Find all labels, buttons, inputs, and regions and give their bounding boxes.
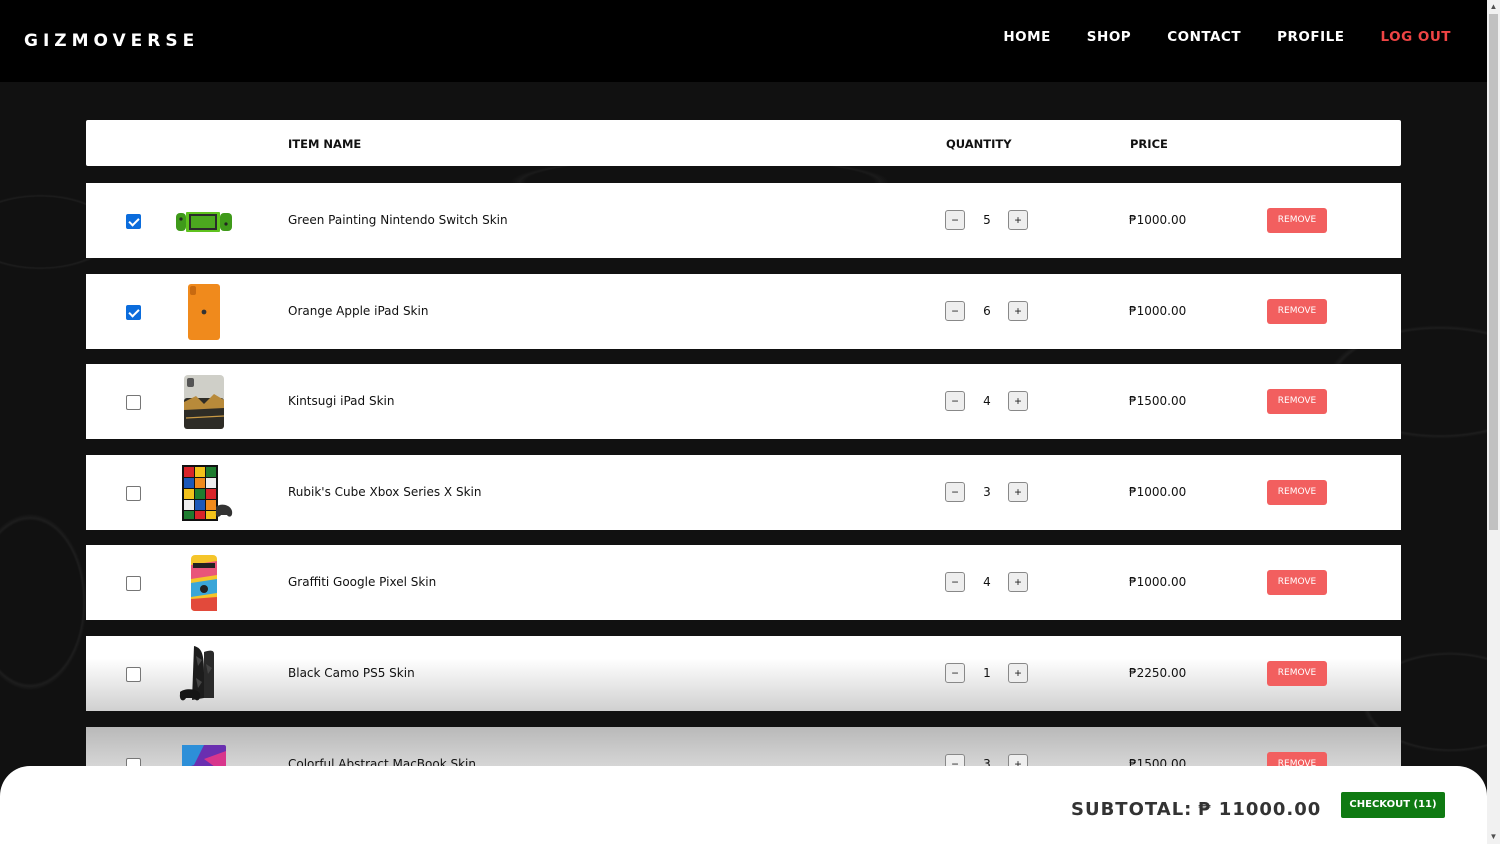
increase-quantity-button[interactable]: + bbox=[1008, 210, 1028, 230]
scrollbar-thumb[interactable] bbox=[1489, 14, 1498, 530]
quantity-value: 3 bbox=[983, 485, 991, 499]
scroll-down-arrow-icon[interactable]: ▼ bbox=[1487, 830, 1500, 844]
decrease-quantity-button[interactable]: − bbox=[945, 301, 965, 321]
item-name[interactable]: Graffiti Google Pixel Skin bbox=[288, 575, 436, 589]
main-nav: HOME SHOP CONTACT PROFILE LOG OUT bbox=[967, 29, 1451, 45]
decrease-quantity-button[interactable]: − bbox=[945, 210, 965, 230]
remove-item-button[interactable]: REMOVE bbox=[1267, 480, 1327, 505]
quantity-value: 4 bbox=[983, 394, 991, 408]
select-item-checkbox[interactable] bbox=[126, 486, 141, 501]
ps5-black-camo-icon bbox=[179, 646, 214, 701]
pixel-graffiti-icon bbox=[191, 555, 217, 611]
cart-row: Graffiti Google Pixel Skin − 4 + ₱1000.0… bbox=[86, 545, 1401, 620]
select-item-checkbox[interactable] bbox=[126, 576, 141, 591]
remove-item-button[interactable]: REMOVE bbox=[1267, 570, 1327, 595]
column-header-price: PRICE bbox=[1130, 137, 1168, 151]
remove-item-button[interactable]: REMOVE bbox=[1267, 299, 1327, 324]
select-item-checkbox[interactable] bbox=[126, 667, 141, 682]
item-name[interactable]: Kintsugi iPad Skin bbox=[288, 394, 394, 408]
remove-item-button[interactable]: REMOVE bbox=[1267, 389, 1327, 414]
brand-logo[interactable]: GIZMOVERSE bbox=[24, 31, 199, 51]
nav-logout[interactable]: LOG OUT bbox=[1380, 29, 1451, 45]
increase-quantity-button[interactable]: + bbox=[1008, 391, 1028, 411]
item-name[interactable]: Rubik's Cube Xbox Series X Skin bbox=[288, 485, 481, 499]
column-header-quantity: QUANTITY bbox=[946, 137, 1012, 151]
item-price: ₱1000.00 bbox=[1129, 304, 1187, 318]
quantity-value: 5 bbox=[983, 213, 991, 227]
decrease-quantity-button[interactable]: − bbox=[945, 572, 965, 592]
cart-row: Kintsugi iPad Skin − 4 + ₱1500.00 REMOVE bbox=[86, 364, 1401, 439]
decrease-quantity-button[interactable]: − bbox=[945, 663, 965, 683]
nintendo-switch-green-icon bbox=[176, 212, 232, 232]
cart-summary-bar: SUBTOTAL: ₱ 11000.00 CHECKOUT (11) bbox=[0, 766, 1487, 844]
quantity-value: 6 bbox=[983, 304, 991, 318]
column-header-item-name: ITEM NAME bbox=[288, 137, 362, 151]
page-scrollbar[interactable]: ▲ ▼ bbox=[1487, 0, 1500, 844]
decrease-quantity-button[interactable]: − bbox=[945, 391, 965, 411]
item-name[interactable]: Green Painting Nintendo Switch Skin bbox=[288, 213, 508, 227]
item-price: ₱1000.00 bbox=[1129, 213, 1187, 227]
ipad-kintsugi-icon bbox=[184, 375, 225, 429]
item-name[interactable]: Black Camo PS5 Skin bbox=[288, 666, 415, 680]
subtotal-label: SUBTOTAL: bbox=[1071, 799, 1193, 820]
item-price: ₱2250.00 bbox=[1129, 666, 1187, 680]
select-item-checkbox[interactable] bbox=[126, 395, 141, 410]
nav-contact[interactable]: CONTACT bbox=[1167, 29, 1241, 45]
top-navbar: GIZMOVERSE HOME SHOP CONTACT PROFILE LOG… bbox=[0, 0, 1487, 82]
nav-shop[interactable]: SHOP bbox=[1087, 29, 1131, 45]
cart-table-header: ITEM NAME QUANTITY PRICE bbox=[86, 120, 1401, 166]
quantity-value: 4 bbox=[983, 575, 991, 589]
item-name[interactable]: Orange Apple iPad Skin bbox=[288, 304, 428, 318]
select-item-checkbox[interactable] bbox=[126, 214, 141, 229]
cart-row: Orange Apple iPad Skin − 6 + ₱1000.00 RE… bbox=[86, 274, 1401, 349]
cart-row: Black Camo PS5 Skin − 1 + ₱2250.00 REMOV… bbox=[86, 636, 1401, 711]
cart-row: Green Painting Nintendo Switch Skin − 5 … bbox=[86, 183, 1401, 258]
subtotal-value: ₱ 11000.00 bbox=[1198, 799, 1322, 820]
ipad-orange-icon bbox=[188, 284, 220, 340]
quantity-value: 1 bbox=[983, 666, 991, 680]
remove-item-button[interactable]: REMOVE bbox=[1267, 661, 1327, 686]
item-price: ₱1500.00 bbox=[1129, 394, 1187, 408]
scroll-up-arrow-icon[interactable]: ▲ bbox=[1487, 0, 1500, 14]
increase-quantity-button[interactable]: + bbox=[1008, 301, 1028, 321]
cart-row: Rubik's Cube Xbox Series X Skin − 3 + ₱1… bbox=[86, 455, 1401, 530]
xbox-rubiks-icon bbox=[182, 465, 233, 521]
nav-home[interactable]: HOME bbox=[1003, 29, 1050, 45]
increase-quantity-button[interactable]: + bbox=[1008, 572, 1028, 592]
increase-quantity-button[interactable]: + bbox=[1008, 663, 1028, 683]
item-price: ₱1000.00 bbox=[1129, 485, 1187, 499]
nav-profile[interactable]: PROFILE bbox=[1277, 29, 1344, 45]
checkout-button[interactable]: CHECKOUT (11) bbox=[1341, 792, 1445, 818]
decrease-quantity-button[interactable]: − bbox=[945, 482, 965, 502]
select-item-checkbox[interactable] bbox=[126, 305, 141, 320]
increase-quantity-button[interactable]: + bbox=[1008, 482, 1028, 502]
item-price: ₱1000.00 bbox=[1129, 575, 1187, 589]
remove-item-button[interactable]: REMOVE bbox=[1267, 208, 1327, 233]
